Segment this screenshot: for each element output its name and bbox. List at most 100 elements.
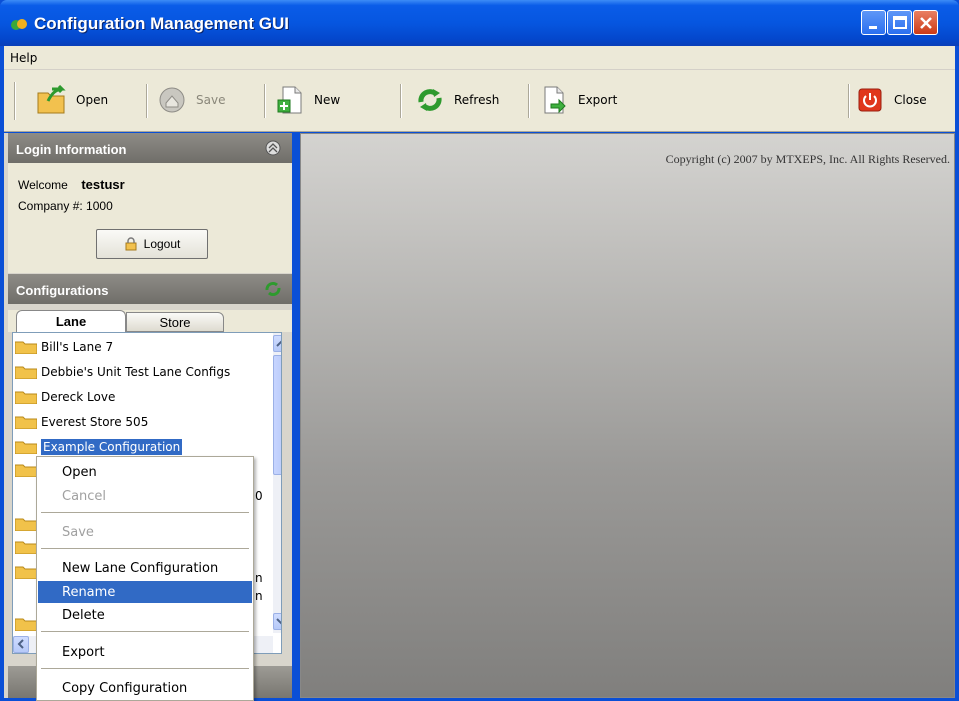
close-icon [920, 17, 932, 29]
tree-item[interactable]: Dereck Love [13, 387, 115, 407]
close-button[interactable]: Close [852, 80, 927, 120]
configurations-header-title: Configurations [16, 283, 109, 298]
configurations-header: Configurations [8, 274, 292, 304]
tab-lane[interactable]: Lane [16, 310, 126, 332]
tree-item-fragment: n [255, 571, 263, 585]
tree-item[interactable]: Everest Store 505 [13, 412, 148, 432]
lock-icon [125, 237, 137, 251]
menu-separator [41, 512, 249, 513]
chevron-up-icon [276, 340, 281, 347]
tree-item[interactable]: Debbie's Unit Test Lane Configs [13, 362, 230, 382]
new-document-icon [277, 86, 302, 114]
folder-icon [15, 618, 37, 631]
login-header-title: Login Information [16, 142, 127, 157]
company-number: 1000 [86, 199, 113, 213]
toolbar-grip[interactable] [14, 82, 16, 120]
chevron-down-icon [276, 618, 281, 625]
new-label: New [314, 93, 341, 107]
menu-copy-configuration[interactable]: Copy Configuration [38, 677, 252, 699]
app-icon [11, 19, 27, 30]
tab-store[interactable]: Store [126, 312, 224, 332]
company-row: Company #: 1000 [18, 199, 113, 213]
toolbar-separator [528, 84, 530, 118]
toolbar-separator [400, 84, 402, 118]
login-header: Login Information [8, 133, 292, 163]
logout-button[interactable]: Logout [96, 229, 208, 259]
minimize-button[interactable] [861, 10, 886, 35]
menu-help[interactable]: Help [10, 51, 37, 65]
open-button[interactable]: Open [34, 80, 108, 120]
save-button[interactable]: Save [154, 80, 225, 120]
folder-icon [15, 416, 37, 429]
refresh-button[interactable]: Refresh [412, 80, 499, 120]
export-icon [544, 86, 566, 114]
folder-icon [15, 441, 37, 454]
collapse-icon[interactable] [264, 139, 282, 157]
config-tabs: Lane Store [8, 310, 292, 332]
refresh-label: Refresh [454, 93, 500, 107]
new-button[interactable]: New [272, 80, 340, 120]
welcome-label: Welcome [18, 178, 68, 192]
menu-open[interactable]: Open [38, 461, 252, 483]
tree-item-fragment: 0 [255, 489, 263, 503]
scroll-left-button[interactable] [13, 636, 29, 653]
menu-save[interactable]: Save [38, 521, 252, 543]
menu-separator [41, 631, 249, 632]
maximize-button[interactable] [887, 10, 912, 35]
menu-separator [41, 668, 249, 669]
folder-icon [15, 464, 37, 477]
refresh-icon[interactable] [264, 280, 282, 298]
copyright-notice: Copyright (c) 2007 by MTXEPS, Inc. All R… [665, 152, 950, 166]
window-title: Configuration Management GUI [34, 14, 289, 33]
save-disk-icon [159, 87, 185, 113]
scroll-thumb[interactable] [273, 355, 281, 475]
folder-icon [15, 391, 37, 404]
save-label: Save [196, 93, 226, 107]
toolbar: Open Save New Refresh Export Close [4, 70, 955, 132]
chevron-left-icon [17, 639, 24, 649]
main-content-area: Copyright (c) 2007 by MTXEPS, Inc. All R… [300, 133, 955, 698]
open-label: Open [76, 93, 109, 107]
toolbar-separator [848, 84, 850, 118]
menu-bar: Help [4, 46, 955, 70]
menu-new-lane-configuration[interactable]: New Lane Configuration [38, 557, 252, 579]
welcome-row: Welcome testusr [18, 177, 125, 192]
menu-separator [41, 548, 249, 549]
tree-item-label: Bill's Lane 7 [41, 340, 114, 354]
menu-cancel[interactable]: Cancel [38, 485, 252, 507]
refresh-icon [418, 89, 442, 111]
export-label: Export [578, 93, 618, 107]
export-button[interactable]: Export [536, 80, 617, 120]
close-label: Close [894, 93, 927, 107]
power-icon [858, 88, 882, 112]
toolbar-separator [146, 84, 148, 118]
tree-item-fragment: n [255, 589, 263, 603]
open-folder-icon [37, 85, 66, 114]
scroll-up-button[interactable] [273, 335, 281, 352]
folder-icon [15, 518, 37, 531]
company-label: Company #: [18, 199, 83, 213]
menu-export[interactable]: Export [38, 641, 252, 663]
minimize-icon [869, 26, 877, 29]
folder-icon [15, 366, 37, 379]
menu-delete[interactable]: Delete [38, 604, 252, 626]
vertical-scrollbar[interactable] [273, 333, 281, 633]
folder-icon [15, 566, 37, 579]
folder-icon [15, 541, 37, 554]
maximize-icon [893, 16, 907, 29]
folder-icon [15, 341, 37, 354]
menu-rename[interactable]: Rename [38, 581, 252, 603]
tree-item[interactable]: Bill's Lane 7 [13, 337, 113, 357]
tree-item-label: Debbie's Unit Test Lane Configs [41, 365, 231, 379]
tree-item-selected[interactable]: Example Configuration [13, 437, 184, 457]
tree-item-label: Dereck Love [41, 390, 116, 404]
tree-item-label: Everest Store 505 [41, 415, 149, 429]
toolbar-separator [264, 84, 266, 118]
username: testusr [81, 177, 125, 192]
scroll-down-button[interactable] [273, 613, 281, 630]
app-window: Configuration Management GUI Help Open S… [0, 0, 959, 701]
window-close-button[interactable] [913, 10, 938, 35]
title-bar[interactable]: Configuration Management GUI [0, 0, 959, 46]
logout-label: Logout [143, 237, 181, 251]
context-menu: Open Cancel Save New Lane Configuration … [36, 456, 254, 701]
